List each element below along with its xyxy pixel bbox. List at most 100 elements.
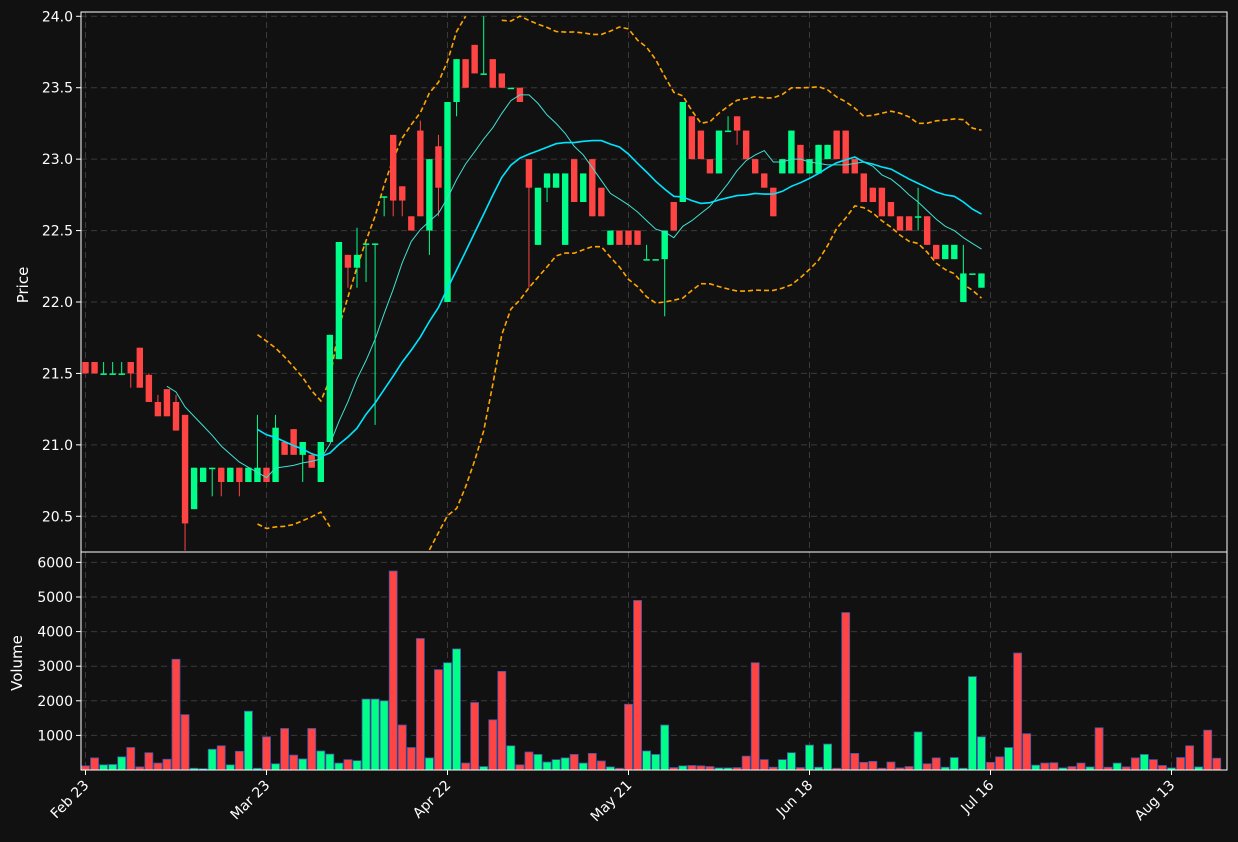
volume-bar	[180, 714, 190, 771]
candle-body	[788, 130, 795, 174]
volume-bar	[1049, 762, 1059, 771]
candle-body	[380, 196, 388, 198]
volume-bar	[587, 752, 597, 771]
volume-bar	[805, 744, 814, 771]
volume-bar	[868, 760, 878, 771]
volume-bar	[551, 759, 561, 771]
candle-body	[552, 173, 560, 188]
candle-body	[607, 230, 614, 245]
volume-bar	[913, 731, 923, 771]
volume-bar	[986, 761, 995, 771]
volume-bar	[162, 758, 172, 771]
volume-bar	[461, 762, 471, 771]
volume-bar	[298, 758, 308, 771]
volume-bar	[949, 757, 959, 771]
volume-bar	[234, 750, 244, 771]
candle-body	[209, 467, 216, 470]
volume-bar	[316, 750, 326, 771]
candle-body	[878, 187, 886, 217]
candle-body	[561, 173, 569, 245]
volume-bar	[1022, 733, 1032, 771]
candle-body	[190, 467, 198, 510]
volume-bar	[1149, 759, 1158, 771]
volume-bar	[850, 752, 860, 771]
candle-body	[136, 347, 143, 388]
volume-bar	[1013, 652, 1023, 771]
volume-bar	[506, 745, 516, 771]
volume-bar	[1076, 762, 1086, 771]
candle-body	[353, 254, 361, 268]
volume-bar	[1094, 727, 1104, 771]
volume-bar	[705, 766, 715, 771]
candle-body	[679, 102, 686, 202]
candle-body	[163, 389, 171, 417]
price-tick-label: 21.5	[42, 366, 73, 382]
candle-body	[109, 373, 116, 375]
candle-body	[860, 173, 867, 202]
volume-bar	[515, 764, 525, 771]
volume-bar	[280, 728, 290, 771]
candle-body	[923, 216, 931, 245]
candle-body	[770, 187, 777, 217]
volume-bar	[361, 698, 371, 771]
volume-bar	[1158, 765, 1167, 771]
volume-bar	[452, 648, 461, 771]
price-tick-label: 22.5	[42, 224, 73, 240]
volume-bar	[443, 662, 452, 771]
volume-bar	[144, 752, 154, 771]
candle-body	[824, 144, 831, 160]
volume-axis-label: Volume	[8, 635, 26, 691]
candle-body	[815, 144, 822, 174]
candle-body	[362, 243, 370, 245]
candle-body	[172, 402, 180, 431]
candle-body	[317, 442, 324, 482]
candle-body	[254, 467, 261, 482]
price-tick-label: 23.0	[42, 152, 73, 168]
candle-body	[580, 173, 587, 202]
candle-body	[752, 159, 759, 174]
candle-body	[326, 334, 334, 442]
volume-bar	[415, 638, 425, 771]
candle-body	[236, 467, 243, 482]
candle-body	[914, 216, 922, 218]
candle-body	[851, 159, 858, 174]
volume-bar	[108, 764, 118, 771]
volume-tick-label: 4000	[37, 625, 73, 641]
candle-body	[218, 467, 225, 482]
candle-body	[697, 130, 705, 160]
volume-bar	[207, 748, 217, 771]
candle-body	[670, 202, 677, 231]
volume-tick-label: 3000	[37, 659, 73, 675]
candle-body	[462, 59, 469, 88]
volume-bar	[759, 759, 769, 771]
candle-body	[933, 244, 940, 260]
volume-bar	[497, 670, 507, 771]
volume-bar	[533, 754, 543, 771]
candle-body	[390, 134, 397, 201]
candle-body	[272, 427, 279, 482]
candle-body	[154, 402, 162, 417]
volume-bar	[262, 736, 271, 771]
price-tick-label: 20.5	[42, 509, 73, 525]
volume-bar	[379, 700, 389, 771]
volume-bar	[90, 757, 99, 771]
candle-body	[616, 230, 623, 245]
volume-bar	[777, 759, 787, 771]
candle-body	[887, 202, 895, 217]
volume-bar	[642, 750, 651, 771]
volume-bar	[325, 753, 335, 771]
candle-body	[625, 230, 632, 245]
volume-bar	[397, 724, 407, 771]
volume-bar	[1004, 747, 1013, 771]
candle-body	[199, 467, 207, 482]
candle-body	[643, 259, 650, 261]
volume-bar	[596, 760, 606, 771]
candle-body	[453, 59, 460, 102]
volume-bar	[1040, 762, 1050, 771]
candle-body	[489, 59, 496, 88]
volume-bar	[99, 764, 108, 771]
candle-body	[127, 362, 134, 374]
volume-bar	[1067, 766, 1077, 771]
volume-bar	[524, 751, 534, 771]
candle-body	[245, 467, 252, 482]
